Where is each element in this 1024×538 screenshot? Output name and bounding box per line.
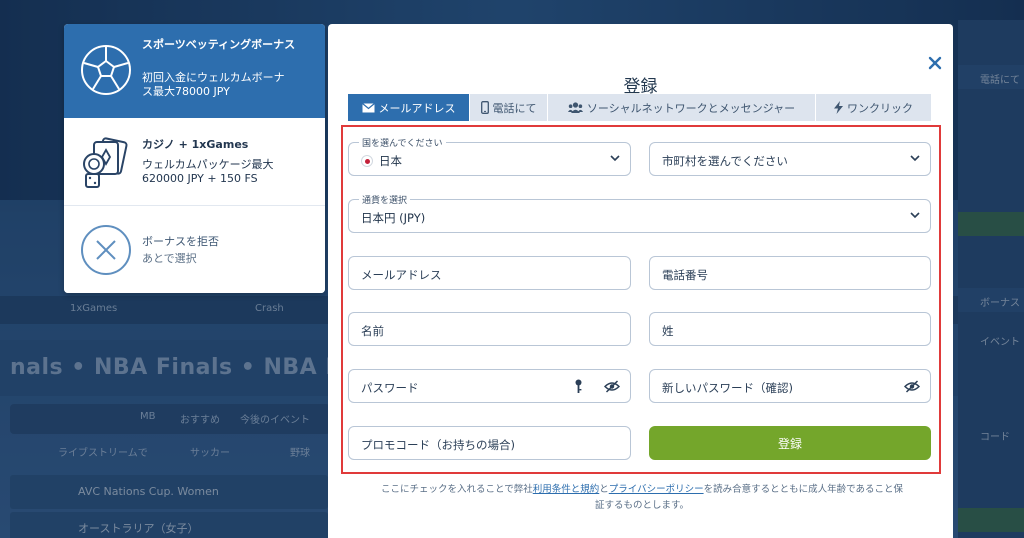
password-confirm-field[interactable]: 新しいパスワード（確認) bbox=[649, 369, 931, 403]
x-circle-icon bbox=[81, 225, 131, 275]
registration-form-highlight bbox=[341, 125, 941, 474]
bonus-casino-title: カジノ + 1xGames bbox=[142, 138, 249, 151]
phone-icon bbox=[480, 101, 489, 114]
bonus-casino-desc-line1: ウェルカムパッケージ最大 bbox=[142, 158, 274, 171]
promo-code-field[interactable]: プロモコード（お持ちの場合) bbox=[348, 426, 631, 460]
terms-text-part: を読み合意するとともに成人年齢であること保 bbox=[703, 484, 903, 495]
soccer-ball-icon bbox=[81, 45, 131, 95]
bonus-option-sports[interactable]: スポーツベッティングボーナス 初回入金にウェルカムボーナ ス最大78000 JP… bbox=[64, 24, 325, 118]
users-icon bbox=[567, 102, 583, 113]
last-name-field[interactable]: 姓 bbox=[649, 312, 931, 346]
chevron-down-icon bbox=[910, 155, 920, 162]
terms-text-part: 証するものとします。 bbox=[594, 500, 690, 511]
registration-method-tabs: メールアドレス 電話にて ソーシャルネットワークとメッセンジャー ワンクリック bbox=[348, 94, 931, 121]
tab-phone[interactable]: 電話にて bbox=[470, 94, 548, 121]
tab-one-click[interactable]: ワンクリック bbox=[816, 94, 931, 121]
envelope-icon bbox=[361, 102, 375, 112]
terms-link[interactable]: 利用条件と規約 bbox=[533, 484, 600, 495]
chevron-down-icon bbox=[610, 155, 620, 162]
first-name-field[interactable]: 名前 bbox=[348, 312, 631, 346]
eye-slash-icon[interactable] bbox=[904, 380, 920, 393]
bonus-panel: スポーツベッティングボーナス 初回入金にウェルカムボーナ ス最大78000 JP… bbox=[64, 24, 325, 293]
privacy-policy-link[interactable]: プライバシーポリシー bbox=[609, 484, 704, 495]
first-name-placeholder: 名前 bbox=[361, 324, 384, 338]
currency-select[interactable]: 通貨を選択 日本円 (JPY) bbox=[348, 193, 931, 233]
phone-field[interactable]: 電話番号 bbox=[649, 256, 931, 290]
tab-social[interactable]: ソーシャルネットワークとメッセンジャー bbox=[548, 94, 816, 121]
city-placeholder: 市町村を選んでください bbox=[662, 154, 788, 168]
bonus-option-reject[interactable]: ボーナスを拒否 あとで選択 bbox=[64, 206, 325, 293]
bonus-option-casino[interactable]: カジノ + 1xGames ウェルカムパッケージ最大 620000 JPY + … bbox=[64, 118, 325, 206]
casino-chips-cards-icon bbox=[83, 137, 128, 188]
currency-label: 通貨を選択 bbox=[359, 193, 411, 206]
tab-email[interactable]: メールアドレス bbox=[348, 94, 470, 121]
registration-modal: 登録 メールアドレス 電話にて ソーシャルネットワークとメッセンジャー ワンクリ… bbox=[328, 24, 953, 538]
password-confirm-placeholder: 新しいパスワード（確認) bbox=[662, 381, 793, 395]
bonus-sports-title: スポーツベッティングボーナス bbox=[142, 38, 296, 51]
currency-value: 日本円 (JPY) bbox=[361, 211, 426, 225]
password-field[interactable]: パスワード bbox=[348, 369, 631, 403]
eye-slash-icon[interactable] bbox=[604, 380, 620, 393]
terms-text-part: と bbox=[599, 484, 609, 495]
bonus-sports-desc-line1: 初回入金にウェルカムボーナ bbox=[142, 71, 285, 84]
last-name-placeholder: 姓 bbox=[662, 324, 674, 338]
tab-email-label: メールアドレス bbox=[378, 101, 456, 115]
country-value: 日本 bbox=[379, 154, 402, 168]
bonus-reject-desc: あとで選択 bbox=[142, 252, 197, 265]
password-placeholder: パスワード bbox=[361, 381, 419, 395]
email-field[interactable]: メールアドレス bbox=[348, 256, 631, 290]
chevron-down-icon bbox=[910, 212, 920, 219]
close-icon[interactable] bbox=[926, 54, 944, 72]
promo-code-placeholder: プロモコード（お持ちの場合) bbox=[361, 438, 515, 452]
key-icon[interactable] bbox=[575, 379, 582, 394]
bonus-sports-desc-line2: ス最大78000 JPY bbox=[142, 85, 230, 98]
bonus-reject-title: ボーナスを拒否 bbox=[142, 235, 219, 248]
email-placeholder: メールアドレス bbox=[361, 268, 442, 282]
country-label: 国を選んでください bbox=[359, 136, 446, 149]
bonus-casino-desc-line2: 620000 JPY + 150 FS bbox=[142, 172, 258, 185]
tab-one-click-label: ワンクリック bbox=[847, 101, 913, 115]
japan-flag-icon bbox=[361, 155, 373, 167]
phone-placeholder: 電話番号 bbox=[662, 268, 708, 282]
tab-social-label: ソーシャルネットワークとメッセンジャー bbox=[586, 101, 796, 115]
lightning-icon bbox=[834, 101, 843, 114]
terms-text-part: ここにチェックを入れることで弊社 bbox=[381, 484, 533, 495]
terms-text: ここにチェックを入れることで弊社利用条件と規約とプライバシーポリシーを読み合意す… bbox=[352, 482, 932, 514]
register-button[interactable]: 登録 bbox=[649, 426, 931, 460]
country-select[interactable]: 国を選んでください 日本 bbox=[348, 136, 631, 176]
tab-phone-label: 電話にて bbox=[492, 101, 537, 115]
city-select[interactable]: 市町村を選んでください bbox=[649, 142, 931, 176]
